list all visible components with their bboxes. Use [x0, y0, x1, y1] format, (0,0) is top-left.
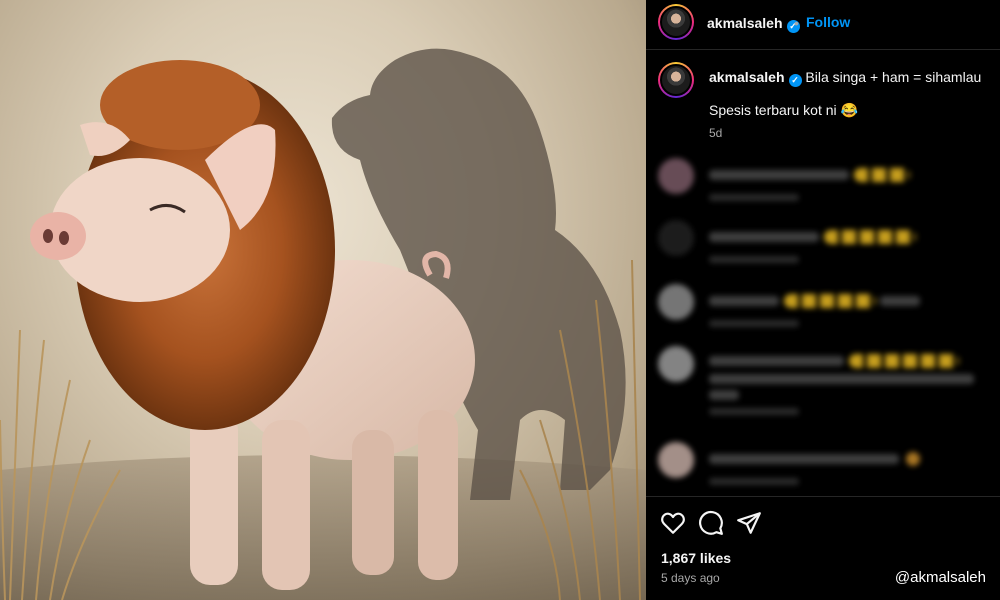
comment-item[interactable] — [654, 220, 994, 270]
caption-username[interactable]: akmalsaleh ✓ — [709, 69, 802, 87]
caption-line-2: Spesis terbaru kot ni 😂 — [709, 102, 858, 118]
actions-divider — [646, 496, 1000, 497]
caption-avatar[interactable] — [658, 62, 694, 98]
watermark-handle: @akmalsaleh — [894, 569, 986, 586]
comment-item[interactable] — [654, 442, 994, 492]
comment-icon[interactable] — [698, 510, 724, 536]
follow-button[interactable]: Follow — [806, 14, 850, 30]
post-header: akmalsaleh ✓ • Follow — [646, 0, 1000, 50]
separator-dot: • — [794, 15, 799, 31]
comment-item[interactable] — [654, 284, 994, 334]
comment-item[interactable] — [654, 346, 994, 416]
verified-badge-icon: ✓ — [788, 74, 802, 87]
comment-item[interactable] — [654, 158, 994, 208]
likes-count[interactable]: 1,867 likes — [661, 550, 731, 566]
caption-age: 5d — [709, 126, 723, 140]
comments-list — [646, 150, 1000, 495]
caption-text: akmalsaleh ✓ Bila singa + ham = sihamlau — [709, 68, 989, 87]
post-image[interactable] — [0, 0, 646, 600]
share-icon[interactable] — [736, 510, 762, 536]
author-avatar[interactable] — [658, 4, 694, 40]
post-age: 5 days ago — [661, 571, 720, 585]
caption-line-1: Bila singa + ham = sihamlau — [805, 69, 982, 85]
heart-icon[interactable] — [660, 510, 686, 536]
pig-lion-illustration — [0, 48, 646, 600]
author-username[interactable]: akmalsaleh ✓ — [707, 15, 800, 33]
post-side-panel: akmalsaleh ✓ • Follow akmalsaleh ✓ Bila si… — [646, 0, 1000, 600]
